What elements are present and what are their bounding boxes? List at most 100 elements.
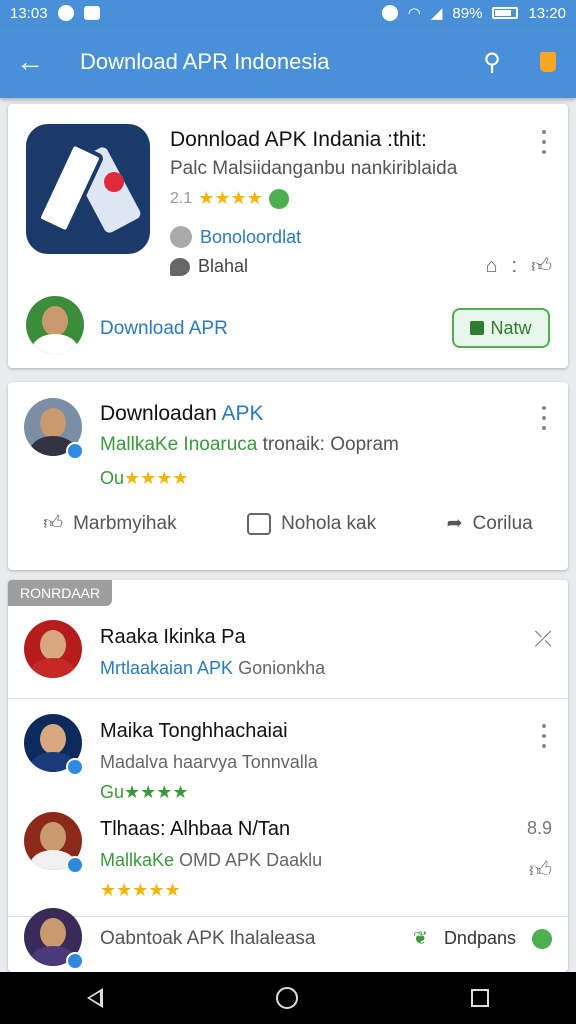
avatar[interactable]	[26, 296, 84, 354]
post-title: Downloadan APK	[100, 402, 263, 426]
comment-label: Nohola kak	[281, 512, 377, 534]
rating-number: 2.1	[170, 189, 193, 207]
row-subtitle: Madalva haarvya Tonnvalla	[100, 752, 318, 772]
more-options-icon[interactable]	[534, 724, 554, 748]
like-label: Marbmyihak	[73, 512, 177, 534]
search-icon[interactable]: ⚲	[464, 26, 520, 98]
install-label: Natw	[490, 317, 532, 338]
battery-icon	[492, 7, 519, 19]
notification-icon	[57, 5, 74, 21]
row-subtitle-rest: Gonionkha	[238, 658, 326, 678]
app-subtitle: Palc Malsiidanganbu nankiriblaida	[170, 158, 458, 179]
chat-bubble-icon	[170, 257, 190, 276]
wifi-icon: ◠	[407, 5, 421, 22]
post-subtitle-rest: tronaik: Oopram	[262, 434, 399, 455]
share-arrow-icon[interactable]: ⤫	[534, 626, 552, 652]
row-subtitle-accent: MallkaKe	[100, 850, 175, 870]
nav-home-icon[interactable]	[275, 987, 298, 1009]
install-icon	[470, 321, 485, 335]
like-button[interactable]: 👍︎ Marbmyihak	[43, 512, 176, 535]
back-arrow-icon[interactable]: ←	[0, 26, 60, 98]
app-icon[interactable]	[26, 124, 150, 254]
post-rating: Ou★★★★	[100, 468, 189, 489]
nav-back-icon[interactable]	[86, 988, 103, 1008]
rating-stars: ★★★★	[124, 782, 189, 802]
row-title: Raaka Ikinka Pa	[100, 626, 246, 648]
thumbs-up-icon: 👍︎	[43, 513, 64, 534]
row-subtitle: MallkaKe OMD APK Daaklu	[100, 850, 322, 871]
avatar[interactable]	[24, 620, 82, 678]
post-title-accent: APK	[221, 402, 264, 425]
post-card[interactable]: Downloadan APK MallkaKe Inoarucа tronaik…	[8, 382, 568, 570]
verified-badge-icon	[66, 952, 84, 970]
page-title: Download APR Indonesia	[80, 49, 330, 74]
post-actions: 👍︎ Marbmyihak Nohola kak ➦ Corilua	[8, 512, 568, 535]
row-rating: ★★★★★	[100, 880, 181, 901]
row-title: Oabntoak APK lhalaleasa	[100, 928, 316, 949]
post-subtitle-main: MallkaKe Inoarucа	[100, 434, 258, 455]
developer-icon	[170, 226, 192, 248]
install-button[interactable]: Natw	[452, 308, 550, 348]
bookmark-icon[interactable]: ⌂	[485, 255, 497, 278]
comment-icon	[247, 512, 272, 535]
image-notification-icon	[83, 6, 100, 20]
status-time-left: 13:03	[10, 4, 48, 22]
comment-button[interactable]: Nohola kak	[247, 512, 377, 535]
row-tag[interactable]: ❦ Dndpans	[413, 928, 552, 949]
separator-icon: :	[511, 254, 518, 277]
cup-icon[interactable]	[520, 26, 576, 98]
row-title: Tlhaas: Alhbaa N/Tan	[100, 818, 291, 840]
download-link[interactable]: Download APR	[100, 318, 228, 340]
row-rating: Gu★★★★	[100, 782, 189, 803]
developer-link[interactable]: Bonoloordlat	[170, 226, 301, 248]
more-options-icon[interactable]	[534, 406, 554, 430]
list-item[interactable]: Oabntoak APK lhalaleasa ❦ Dndpans	[8, 904, 568, 972]
category: Blahal	[170, 256, 248, 277]
rating-stars: ★★★★	[198, 188, 263, 208]
post-title-main: Downloadan	[100, 402, 217, 425]
status-time-right: 13:20	[528, 4, 566, 22]
app-bar: ← Download APR Indonesia ⚲	[0, 26, 576, 98]
list-item[interactable]: Raaka Ikinka Pa Mrtlaakaian APK Gonionkh…	[8, 616, 568, 700]
row-subtitle: Mrtlaakaian APK Gonionkha	[100, 658, 325, 679]
rating-stars: ★★★★★	[100, 880, 181, 900]
thumbs-up-icon[interactable]: 👍︎	[531, 254, 552, 278]
status-bar: 13:03 ◠ ◢ 89% 13:20	[0, 0, 576, 26]
row-subtitle-rest: OMD APK Daaklu	[179, 850, 323, 870]
more-options-icon[interactable]	[534, 130, 554, 154]
verified-badge-icon	[66, 856, 84, 874]
row-title: Maika Tonghhachaiai	[100, 720, 288, 742]
list-item[interactable]: Tlhaas: Alhbaa N/Tan MallkaKe OMD APK Da…	[8, 808, 568, 908]
app-title: Donnload APK Indania :thit:	[170, 128, 427, 151]
section-label: RONRDAAR	[8, 580, 113, 606]
share-button[interactable]: ➦ Corilua	[447, 512, 533, 535]
divider	[8, 698, 568, 699]
post-subtitle: MallkaKe Inoarucа tronaik: Oopram	[100, 434, 399, 456]
leaf-icon: ❦	[412, 928, 428, 948]
verified-badge-icon	[66, 442, 84, 460]
signal-icon: ◢	[430, 5, 443, 22]
nav-recent-icon[interactable]	[471, 989, 490, 1007]
verified-shield-icon	[268, 188, 289, 209]
row-subtitle-accent: Mrtlaakaian APK	[100, 658, 234, 678]
share-icon: ➦	[446, 513, 463, 534]
battery-percent: 89%	[452, 4, 483, 22]
list-item[interactable]: Maika Tonghhachaiai Madalva haarvya Tonn…	[8, 710, 568, 803]
row-count: 8.9	[526, 818, 552, 838]
app-card[interactable]: Donnload APK Indania :thit: Palc Malsiid…	[8, 104, 568, 368]
rating-prefix: Gu	[100, 782, 125, 802]
verified-badge-icon	[66, 758, 84, 776]
smile-icon	[532, 928, 552, 949]
thumbs-up-icon[interactable]: 👍︎	[529, 856, 552, 883]
rating-prefix: Ou	[100, 468, 125, 488]
app-rating: 2.1 ★★★★	[170, 188, 289, 209]
tag-label: Dndpans	[443, 928, 516, 948]
rating-stars: ★★★★	[124, 468, 189, 488]
alarm-icon	[381, 5, 398, 21]
share-label: Corilua	[472, 512, 533, 534]
card-actions: ⌂ : 👍︎	[485, 254, 552, 278]
developer-name: Bonoloordlat	[200, 226, 302, 247]
system-nav-bar	[0, 972, 576, 1024]
user-list-card: RONRDAAR Raaka Ikinka Pa Mrtlaakaian APK…	[8, 580, 568, 972]
category-label: Blahal	[198, 256, 249, 276]
